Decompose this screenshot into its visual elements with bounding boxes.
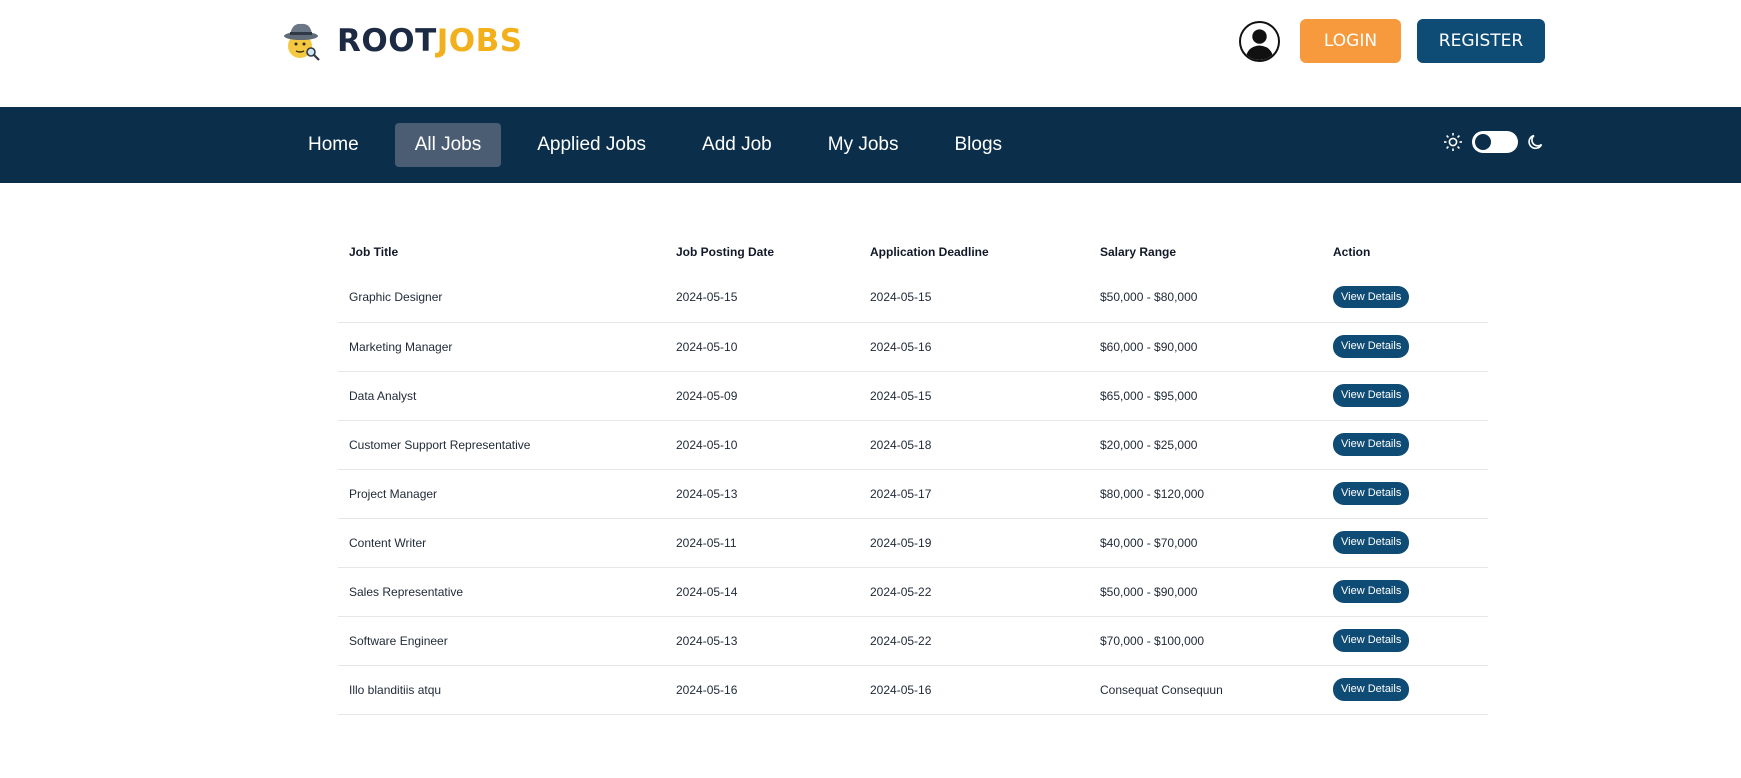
column-header-job-title: Job Title	[349, 244, 399, 259]
cell-job-title: Marketing Manager	[338, 322, 665, 372]
view-details-button[interactable]: View Details	[1333, 433, 1410, 456]
cell-job-title: Content Writer	[338, 518, 665, 568]
nav-links: Home All Jobs Applied Jobs Add Job My Jo…	[288, 123, 1038, 167]
user-silhouette-icon	[1245, 28, 1274, 60]
cell-action: View Details	[1322, 665, 1488, 715]
table-row: Graphic Designer 2024-05-15 2024-05-15 $…	[338, 273, 1488, 323]
sun-icon	[1443, 132, 1463, 152]
cell-job-title: Data Analyst	[338, 371, 665, 421]
cell-salary: $60,000 - $90,000	[1089, 322, 1322, 372]
cell-posting-date: 2024-05-11	[665, 518, 859, 568]
main-navbar: Home All Jobs Applied Jobs Add Job My Jo…	[0, 107, 1741, 183]
nav-item-all-jobs[interactable]: All Jobs	[394, 123, 502, 167]
cell-salary: $50,000 - $90,000	[1089, 567, 1322, 617]
table-body: Graphic Designer 2024-05-15 2024-05-15 $…	[338, 273, 1488, 715]
table-row: Marketing Manager 2024-05-10 2024-05-16 …	[338, 322, 1488, 372]
cell-posting-date: 2024-05-13	[665, 469, 859, 519]
user-avatar[interactable]	[1239, 20, 1280, 62]
view-details-button[interactable]: View Details	[1333, 531, 1410, 554]
brand-name-part1: ROOT	[337, 22, 437, 59]
cell-action: View Details	[1322, 322, 1488, 372]
cell-action: View Details	[1322, 420, 1488, 470]
cell-action: View Details	[1322, 273, 1488, 323]
view-details-button[interactable]: View Details	[1333, 384, 1410, 407]
cell-salary: $65,000 - $95,000	[1089, 371, 1322, 421]
cell-salary: Consequat Consequun	[1089, 665, 1322, 715]
brand-name-part2: JOBS	[436, 22, 523, 59]
moon-icon	[1527, 133, 1545, 151]
theme-toggle	[1443, 131, 1545, 153]
cell-deadline: 2024-05-17	[859, 469, 1089, 519]
cell-job-title: Customer Support Representative	[338, 420, 665, 470]
cell-posting-date: 2024-05-10	[665, 420, 859, 470]
cell-posting-date: 2024-05-16	[665, 665, 859, 715]
table-header: Job Title Job Posting Date Application D…	[338, 230, 1488, 273]
table-row: Project Manager 2024-05-13 2024-05-17 $8…	[338, 469, 1488, 519]
cell-deadline: 2024-05-16	[859, 322, 1089, 372]
theme-switch-knob	[1475, 134, 1491, 150]
cell-posting-date: 2024-05-13	[665, 616, 859, 666]
cell-posting-date: 2024-05-15	[665, 273, 859, 323]
nav-item-applied-jobs[interactable]: Applied Jobs	[517, 123, 666, 167]
cell-deadline: 2024-05-22	[859, 616, 1089, 666]
cell-posting-date: 2024-05-10	[665, 322, 859, 372]
cell-job-title: Project Manager	[338, 469, 665, 519]
header-actions: LOGIN REGISTER	[1239, 19, 1545, 63]
cell-deadline: 2024-05-16	[859, 665, 1089, 715]
nav-item-add-job[interactable]: Add Job	[682, 123, 792, 167]
column-header-posting-date: Job Posting Date	[676, 244, 775, 259]
jobs-table: Job Title Job Posting Date Application D…	[338, 230, 1488, 715]
cell-job-title: Sales Representative	[338, 567, 665, 617]
table-row: Illo blanditiis atqu 2024-05-16 2024-05-…	[338, 665, 1488, 715]
cell-salary: $50,000 - $80,000	[1089, 273, 1322, 323]
cell-salary: $80,000 - $120,000	[1089, 469, 1322, 519]
cell-salary: $20,000 - $25,000	[1089, 420, 1322, 470]
table-row: Customer Support Representative 2024-05-…	[338, 420, 1488, 470]
cell-job-title: Software Engineer	[338, 616, 665, 666]
table-row: Data Analyst 2024-05-09 2024-05-15 $65,0…	[338, 371, 1488, 421]
cell-action: View Details	[1322, 371, 1488, 421]
theme-switch[interactable]	[1472, 131, 1518, 153]
brand-logo[interactable]: ROOTJOBS	[281, 20, 523, 62]
column-header-salary: Salary Range	[1100, 244, 1177, 259]
cell-deadline: 2024-05-22	[859, 567, 1089, 617]
site-header: ROOTJOBS LOGIN REGISTER	[0, 0, 1741, 107]
view-details-button[interactable]: View Details	[1333, 286, 1410, 309]
cell-salary: $40,000 - $70,000	[1089, 518, 1322, 568]
cell-action: View Details	[1322, 518, 1488, 568]
view-details-button[interactable]: View Details	[1333, 482, 1410, 505]
register-button[interactable]: REGISTER	[1417, 19, 1545, 63]
view-details-button[interactable]: View Details	[1333, 580, 1410, 603]
nav-item-home[interactable]: Home	[288, 123, 379, 167]
cell-deadline: 2024-05-15	[859, 371, 1089, 421]
cell-action: View Details	[1322, 567, 1488, 617]
cell-salary: $70,000 - $100,000	[1089, 616, 1322, 666]
cell-deadline: 2024-05-19	[859, 518, 1089, 568]
brand-name: ROOTJOBS	[337, 22, 523, 59]
nav-item-my-jobs[interactable]: My Jobs	[808, 123, 919, 167]
cell-deadline: 2024-05-18	[859, 420, 1089, 470]
cell-posting-date: 2024-05-09	[665, 371, 859, 421]
view-details-button[interactable]: View Details	[1333, 335, 1410, 358]
login-button[interactable]: LOGIN	[1300, 19, 1401, 63]
cell-job-title: Graphic Designer	[338, 273, 665, 323]
column-header-deadline: Application Deadline	[870, 244, 989, 259]
column-header-action: Action	[1333, 244, 1371, 259]
cell-posting-date: 2024-05-14	[665, 567, 859, 617]
cell-job-title: Illo blanditiis atqu	[338, 665, 665, 715]
cell-action: View Details	[1322, 469, 1488, 519]
view-details-button[interactable]: View Details	[1333, 629, 1410, 652]
table-row: Software Engineer 2024-05-13 2024-05-22 …	[338, 616, 1488, 666]
table-row: Content Writer 2024-05-11 2024-05-19 $40…	[338, 518, 1488, 568]
detective-icon	[281, 20, 323, 62]
view-details-button[interactable]: View Details	[1333, 678, 1410, 701]
jobs-table-container: Job Title Job Posting Date Application D…	[338, 230, 1488, 715]
cell-deadline: 2024-05-15	[859, 273, 1089, 323]
nav-item-blogs[interactable]: Blogs	[935, 123, 1023, 167]
cell-action: View Details	[1322, 616, 1488, 666]
table-header-row: Job Title Job Posting Date Application D…	[338, 230, 1488, 273]
table-row: Sales Representative 2024-05-14 2024-05-…	[338, 567, 1488, 617]
